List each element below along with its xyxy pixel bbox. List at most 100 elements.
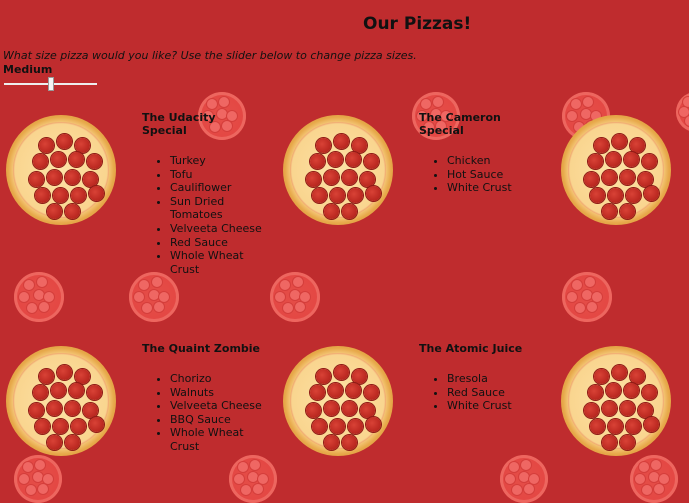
pepperoni: [346, 383, 361, 398]
pepperoni: [51, 383, 66, 398]
background-pepperoni: [283, 303, 293, 313]
pepperoni: [328, 383, 343, 398]
background-pizza-icon: [630, 455, 678, 503]
pepperoni: [35, 419, 50, 434]
background-pepperoni: [683, 97, 689, 107]
pepperoni: [330, 188, 345, 203]
pepperoni: [328, 152, 343, 167]
pepperoni: [33, 385, 48, 400]
pizza-icon: [6, 115, 116, 225]
pepperoni: [71, 188, 86, 203]
pizza-icon: [283, 115, 393, 225]
pepperoni: [608, 419, 623, 434]
background-pepperoni: [39, 302, 49, 312]
pepperoni: [594, 138, 609, 153]
page: { "header": { "title": "Our Pizzas!" }, …: [0, 0, 689, 503]
pizza-icon: [283, 346, 393, 456]
background-pizza-icon: [562, 272, 612, 322]
size-label: Medium: [3, 63, 53, 76]
background-pepperoni: [159, 292, 169, 302]
ingredient-item: Turkey: [170, 154, 262, 168]
pepperoni: [330, 419, 345, 434]
pepperoni: [71, 419, 86, 434]
pepperoni: [29, 403, 44, 418]
pepperoni: [324, 401, 339, 416]
background-pepperoni: [35, 460, 45, 470]
pepperoni: [584, 172, 599, 187]
background-pizza-icon: [14, 272, 64, 322]
background-pizza-icon: [500, 455, 548, 503]
pepperoni: [87, 385, 102, 400]
ingredient-item: Sun Dried Tomatoes: [170, 195, 262, 222]
ingredient-item: Bresola: [447, 372, 539, 386]
pepperoni: [352, 138, 367, 153]
ingredient-item: Chicken: [447, 154, 539, 168]
pepperoni: [65, 204, 80, 219]
pepperoni: [612, 365, 627, 380]
pepperoni: [47, 401, 62, 416]
pepperoni: [364, 385, 379, 400]
slider-thumb[interactable]: [48, 77, 54, 91]
pizza-icon: [6, 346, 116, 456]
background-pepperoni: [253, 484, 263, 494]
ingredient-list: Turkey Tofu Cauliflower Sun Dried Tomato…: [142, 154, 262, 276]
background-pepperoni: [238, 462, 248, 472]
background-pepperoni: [575, 303, 585, 313]
pepperoni: [594, 369, 609, 384]
pepperoni: [89, 417, 104, 432]
pizza-name: The Udacity Special: [142, 111, 216, 137]
background-pepperoni: [149, 290, 159, 300]
background-pepperoni: [44, 292, 54, 302]
pepperoni: [620, 435, 635, 450]
background-pepperoni: [139, 280, 149, 290]
pepperoni: [612, 134, 627, 149]
pepperoni: [47, 170, 62, 185]
pepperoni: [342, 435, 357, 450]
pepperoni: [602, 204, 617, 219]
pizza-name: The Atomic Juice: [419, 342, 523, 355]
size-question: What size pizza would you like? Use the …: [3, 49, 417, 62]
ingredient-item: Red Sauce: [170, 236, 262, 250]
pizza-card-cameron-special: The Cameron Special Chicken Hot Sauce Wh…: [419, 111, 539, 195]
pepperoni: [69, 152, 84, 167]
pepperoni: [57, 365, 72, 380]
background-pepperoni: [241, 485, 251, 495]
background-pepperoni: [433, 97, 443, 107]
pepperoni: [590, 188, 605, 203]
pepperoni: [65, 170, 80, 185]
ingredient-item: Velveeta Cheese: [170, 399, 262, 413]
background-pizza-icon: [129, 272, 179, 322]
background-pizza-icon: [270, 272, 320, 322]
pepperoni: [602, 401, 617, 416]
pepperoni: [624, 152, 639, 167]
pepperoni: [608, 188, 623, 203]
background-pepperoni: [38, 484, 48, 494]
pepperoni: [630, 138, 645, 153]
pepperoni: [75, 138, 90, 153]
background-pepperoni: [583, 97, 593, 107]
pepperoni: [89, 186, 104, 201]
pepperoni: [65, 401, 80, 416]
pepperoni: [606, 152, 621, 167]
pepperoni: [69, 383, 84, 398]
ingredient-item: Red Sauce: [447, 386, 539, 400]
background-pepperoni: [33, 472, 43, 482]
pepperoni: [588, 385, 603, 400]
pepperoni: [626, 419, 641, 434]
ingredient-item: Whole Wheat Crust: [170, 426, 262, 453]
pepperoni: [39, 369, 54, 384]
background-pepperoni: [651, 460, 661, 470]
background-pizza-icon: [676, 92, 689, 132]
background-pizza-icon: [229, 455, 277, 503]
pepperoni: [33, 154, 48, 169]
pepperoni: [348, 419, 363, 434]
pepperoni: [310, 154, 325, 169]
pepperoni: [324, 204, 339, 219]
background-pepperoni: [258, 474, 268, 484]
pizza-size-slider[interactable]: [4, 77, 97, 91]
ingredient-item: Hot Sauce: [447, 168, 539, 182]
pepperoni: [51, 152, 66, 167]
pepperoni: [47, 435, 62, 450]
background-pepperoni: [43, 474, 53, 484]
background-pepperoni: [582, 290, 592, 300]
